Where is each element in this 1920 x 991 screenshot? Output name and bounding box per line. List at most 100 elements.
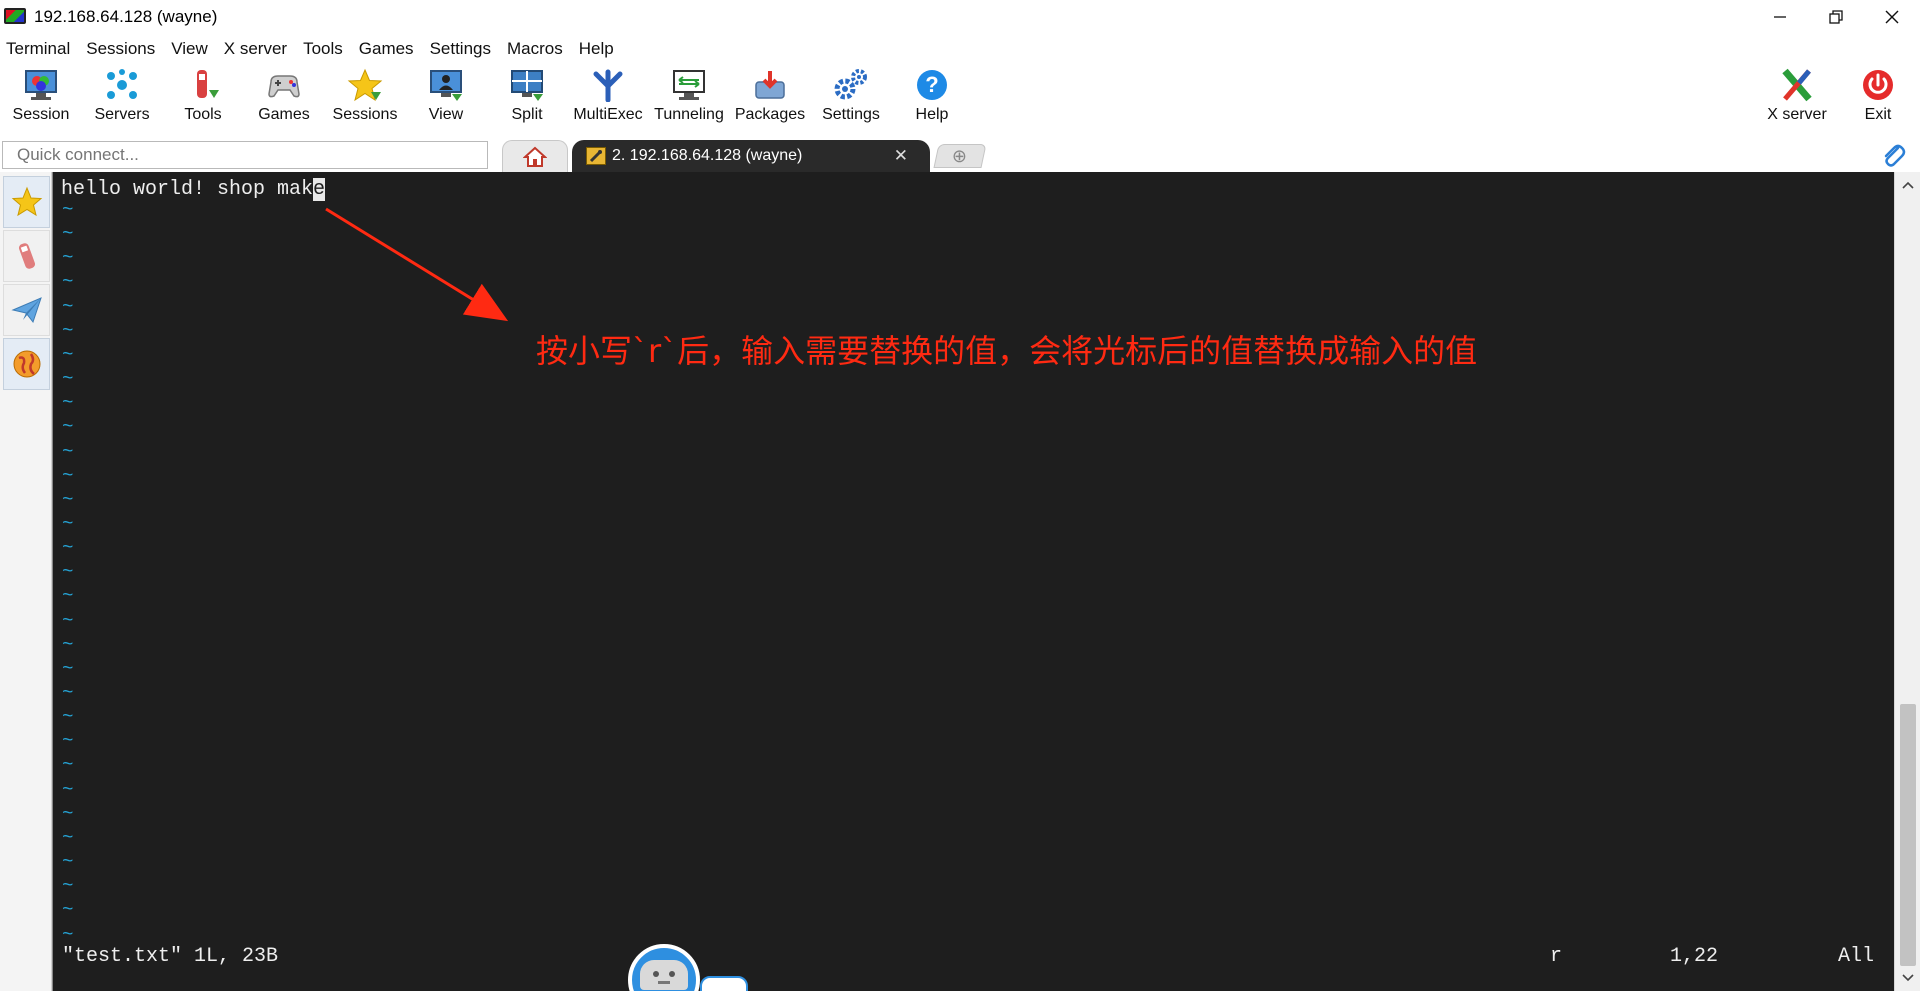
x-server-icon xyxy=(1778,66,1816,104)
close-button[interactable] xyxy=(1864,0,1920,34)
tilde-marker: ~ xyxy=(62,464,74,487)
toolbar: Session Servers Tools Games Sessions Vie… xyxy=(0,64,1920,130)
tools-button[interactable]: Tools xyxy=(163,64,243,130)
scroll-thumb[interactable] xyxy=(1900,704,1916,966)
home-icon xyxy=(523,146,547,167)
attachment-icon[interactable] xyxy=(1880,142,1906,175)
svg-text:?: ? xyxy=(925,72,938,97)
sidebar-tools-button[interactable] xyxy=(3,230,50,282)
left-sidebar xyxy=(0,172,52,991)
title-bar: 192.168.64.128 (wayne) xyxy=(0,0,1920,34)
multiexec-button[interactable]: MultiExec xyxy=(568,64,648,130)
new-tab-button[interactable]: ⊕ xyxy=(933,144,987,168)
help-icon: ? xyxy=(913,66,951,104)
menu-sessions[interactable]: Sessions xyxy=(80,39,165,59)
menu-help[interactable]: Help xyxy=(573,39,624,59)
tab-session-2[interactable]: 2. 192.168.64.128 (wayne) ✕ xyxy=(572,140,930,172)
sidebar-sessions-button[interactable] xyxy=(3,176,50,228)
scroll-down-icon[interactable] xyxy=(1895,965,1920,991)
menu-terminal[interactable]: Terminal xyxy=(0,39,80,59)
gears-icon xyxy=(832,66,870,104)
restore-button[interactable] xyxy=(1808,0,1864,34)
star-icon xyxy=(346,66,384,104)
minimize-button[interactable] xyxy=(1752,0,1808,34)
session-button[interactable]: Session xyxy=(1,64,81,130)
menu-macros[interactable]: Macros xyxy=(501,39,573,59)
terminal-tab-icon xyxy=(586,147,606,165)
mobaxterm-app-icon xyxy=(4,8,26,26)
scroll-up-icon[interactable] xyxy=(1895,172,1920,198)
vertical-scrollbar[interactable] xyxy=(1894,172,1920,991)
tilde-marker: ~ xyxy=(62,512,74,535)
tilde-marker: ~ xyxy=(62,875,74,898)
servers-button[interactable]: Servers xyxy=(82,64,162,130)
close-icon xyxy=(1885,10,1899,24)
plus-icon: ⊕ xyxy=(952,145,968,166)
tilde-marker: ~ xyxy=(62,488,74,511)
send-icon xyxy=(10,297,42,324)
packages-icon xyxy=(751,66,789,104)
sidebar-macros-button[interactable] xyxy=(3,284,50,336)
view-icon xyxy=(427,66,465,104)
tilde-marker: ~ xyxy=(62,585,74,608)
tilde-marker: ~ xyxy=(62,682,74,704)
menu-tools[interactable]: Tools xyxy=(297,39,353,59)
tilde-marker: ~ xyxy=(62,730,74,753)
tilde-marker: ~ xyxy=(62,754,74,777)
multiexec-fork-icon xyxy=(589,66,627,104)
games-button[interactable]: Games xyxy=(244,64,324,130)
tilde-marker: ~ xyxy=(62,537,74,560)
tools-icon xyxy=(18,243,35,269)
power-icon xyxy=(1859,66,1897,104)
tilde-marker: ~ xyxy=(62,706,74,729)
gamepad-icon xyxy=(265,66,303,104)
tilde-marker: ~ xyxy=(62,392,74,415)
tilde-marker: ~ xyxy=(62,416,74,439)
window-controls xyxy=(1752,0,1920,34)
status-scroll-position: All xyxy=(1838,945,1875,968)
assistant-badge-tab xyxy=(700,976,748,991)
minimize-icon xyxy=(1774,16,1786,18)
tilde-marker: ~ xyxy=(62,802,74,825)
session-icon xyxy=(22,66,60,104)
status-file-info: "test.txt" 1L, 23B xyxy=(62,945,279,968)
tunneling-button[interactable]: Tunneling xyxy=(649,64,729,130)
status-pending-command: r xyxy=(1550,945,1563,968)
menu-bar: Terminal Sessions View X server Tools Ga… xyxy=(0,36,624,62)
menu-games[interactable]: Games xyxy=(353,39,424,59)
tilde-marker: ~ xyxy=(62,633,74,656)
exit-button[interactable]: Exit xyxy=(1838,64,1918,130)
split-icon xyxy=(508,66,546,104)
tab-close-icon[interactable]: ✕ xyxy=(894,146,908,166)
star-icon xyxy=(11,186,42,217)
tilde-marker: ~ xyxy=(62,778,74,801)
tilde-marker: ~ xyxy=(62,561,74,584)
servers-icon xyxy=(103,66,141,104)
sessions-button[interactable]: Sessions xyxy=(325,64,405,130)
x-server-button[interactable]: X server xyxy=(1757,64,1837,130)
status-cursor-position: 1,22 xyxy=(1670,945,1719,968)
split-button[interactable]: Split xyxy=(487,64,567,130)
tilde-marker: ~ xyxy=(62,923,74,946)
annotation-text: 按小写`r`后，输入需要替换的值，会将光标后的值替换成输入的值 xyxy=(536,332,1478,370)
tilde-marker: ~ xyxy=(62,899,74,922)
globe-icon xyxy=(13,350,40,378)
restore-icon xyxy=(1829,10,1843,24)
tunneling-icon xyxy=(670,66,708,104)
menu-x-server[interactable]: X server xyxy=(218,39,297,59)
sidebar-globe-button[interactable] xyxy=(3,338,50,390)
tilde-marker: ~ xyxy=(62,851,74,874)
home-tab[interactable] xyxy=(502,140,568,172)
menu-view[interactable]: View xyxy=(165,39,218,59)
settings-button[interactable]: Settings xyxy=(811,64,891,130)
packages-button[interactable]: Packages xyxy=(730,64,810,130)
terminal-panel[interactable]: hello world! shop make ~ ~ ~ ~ ~ ~ ~ ~ ~ ~ ~ ~ ~ ~ ~ ~ ~… xyxy=(52,172,1894,991)
view-button[interactable]: View xyxy=(406,64,486,130)
menu-settings[interactable]: Settings xyxy=(424,39,501,59)
quick-connect-input[interactable] xyxy=(2,141,488,169)
tilde-marker: ~ xyxy=(62,657,74,680)
tab-label: 2. 192.168.64.128 (wayne) xyxy=(612,147,803,164)
tilde-marker: ~ xyxy=(62,440,74,463)
tilde-marker: ~ xyxy=(62,826,74,849)
help-button[interactable]: ? Help xyxy=(892,64,972,130)
